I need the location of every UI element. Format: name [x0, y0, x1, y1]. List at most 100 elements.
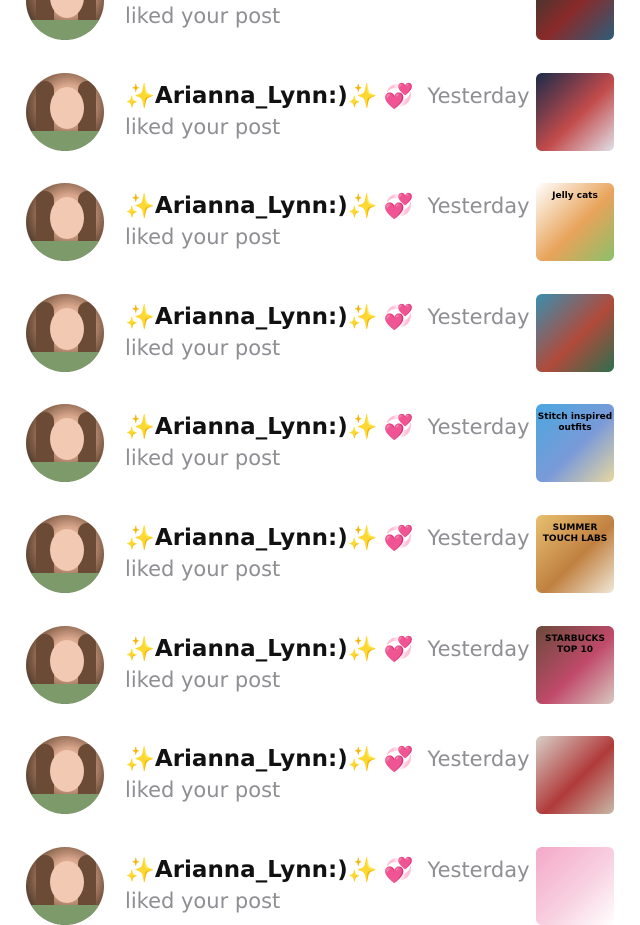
two-hearts-icon: 💞	[383, 855, 414, 884]
timestamp: Yesterday	[427, 83, 530, 108]
avatar-shirt	[26, 572, 104, 593]
avatar[interactable]	[26, 0, 104, 40]
action-text: liked your post	[125, 667, 281, 692]
username[interactable]: Arianna_Lynn:)	[155, 636, 348, 662]
avatar-face	[50, 86, 84, 129]
notifications-list: ✨ Arianna_Lynn:) ✨ 💞 liked your post ✨ A…	[0, 0, 640, 925]
sparkles-icon: ✨	[125, 855, 155, 884]
avatar[interactable]	[26, 404, 104, 483]
notification-text: ✨ Arianna_Lynn:) ✨ 💞 Yesterday liked you…	[125, 742, 530, 803]
username[interactable]: Arianna_Lynn:)	[155, 746, 348, 772]
notification-header: ✨ Arianna_Lynn:) ✨ 💞 Yesterday	[125, 853, 530, 887]
sparkles-icon: ✨	[347, 192, 378, 221]
notification-row[interactable]: ✨ Arianna_Lynn:) ✨ 💞 Yesterday liked you…	[0, 262, 640, 373]
two-hearts-icon: 💞	[383, 81, 414, 110]
avatar[interactable]	[26, 72, 104, 151]
post-thumbnail[interactable]: Jelly cats	[536, 183, 614, 262]
sparkles-icon: ✨	[125, 192, 155, 221]
sparkles-icon: ✨	[125, 745, 155, 774]
notification-header: ✨ Arianna_Lynn:) ✨ 💞 Yesterday	[125, 742, 530, 776]
notification-row[interactable]: ✨ Arianna_Lynn:) ✨ 💞 Yesterday liked you…	[0, 815, 640, 925]
timestamp: Yesterday	[427, 636, 530, 661]
thumbnail-caption: SUMMER TOUCH LABS	[542, 522, 608, 544]
post-thumbnail[interactable]	[536, 736, 614, 815]
avatar-face	[50, 750, 84, 793]
two-hearts-icon: 💞	[383, 523, 414, 552]
notification-header: ✨ Arianna_Lynn:) ✨ 💞 Yesterday	[125, 300, 530, 334]
timestamp: Yesterday	[427, 304, 530, 329]
action-text: liked your post	[125, 4, 281, 28]
timestamp: Yesterday	[427, 525, 530, 550]
two-hearts-icon: 💞	[383, 745, 414, 774]
notification-header: ✨ Arianna_Lynn:) ✨ 💞 Yesterday	[125, 521, 530, 555]
action-text: liked your post	[125, 114, 281, 139]
avatar[interactable]	[26, 625, 104, 704]
notification-header: ✨ Arianna_Lynn:) ✨ 💞	[125, 0, 525, 2]
sparkles-icon: ✨	[125, 302, 155, 331]
two-hearts-icon: 💞	[383, 302, 414, 331]
notification-row[interactable]: ✨ Arianna_Lynn:) ✨ 💞 liked your post	[0, 0, 640, 41]
username[interactable]: Arianna_Lynn:)	[155, 414, 348, 440]
sparkles-icon: ✨	[125, 634, 155, 663]
notification-row[interactable]: ✨ Arianna_Lynn:) ✨ 💞 Yesterday liked you…	[0, 372, 640, 483]
avatar[interactable]	[26, 736, 104, 815]
action-text: liked your post	[125, 888, 281, 913]
notification-text: ✨ Arianna_Lynn:) ✨ 💞 Yesterday liked you…	[125, 410, 530, 471]
username[interactable]: Arianna_Lynn:)	[155, 193, 348, 219]
avatar-shirt	[26, 904, 104, 925]
avatar-face	[50, 860, 84, 903]
notification-text: ✨ Arianna_Lynn:) ✨ 💞 Yesterday liked you…	[125, 853, 530, 913]
sparkles-icon: ✨	[125, 81, 155, 110]
post-thumbnail[interactable]: Stitch inspired outfits	[536, 404, 614, 483]
sparkles-icon: ✨	[347, 855, 378, 884]
username[interactable]: Arianna_Lynn:)	[155, 857, 348, 883]
notification-row[interactable]: ✨ Arianna_Lynn:) ✨ 💞 Yesterday liked you…	[0, 41, 640, 152]
timestamp: Yesterday	[427, 415, 530, 440]
notification-text: ✨ Arianna_Lynn:) ✨ 💞 Yesterday liked you…	[125, 300, 530, 360]
notification-header: ✨ Arianna_Lynn:) ✨ 💞 Yesterday	[125, 189, 530, 223]
post-thumbnail[interactable]: SUMMER TOUCH LABS	[536, 514, 614, 593]
avatar-face	[50, 528, 84, 571]
action-text: liked your post	[125, 446, 281, 471]
avatar[interactable]	[26, 183, 104, 262]
avatar[interactable]	[26, 293, 104, 372]
two-hearts-icon: 💞	[383, 413, 414, 442]
post-thumbnail[interactable]: STARBUCKS TOP 10	[536, 625, 614, 704]
username[interactable]: Arianna_Lynn:)	[155, 83, 348, 109]
sparkles-icon: ✨	[347, 302, 378, 331]
notification-header: ✨ Arianna_Lynn:) ✨ 💞 Yesterday	[125, 632, 530, 666]
notification-row[interactable]: ✨ Arianna_Lynn:) ✨ 💞 Yesterday liked you…	[0, 594, 640, 705]
username[interactable]: Arianna_Lynn:)	[155, 525, 348, 551]
notification-text: ✨ Arianna_Lynn:) ✨ 💞 Yesterday liked you…	[125, 189, 530, 249]
action-text: liked your post	[125, 335, 281, 360]
post-thumbnail[interactable]	[536, 846, 614, 925]
notification-text: ✨ Arianna_Lynn:) ✨ 💞 liked your post	[125, 0, 525, 28]
notification-row[interactable]: ✨ Arianna_Lynn:) ✨ 💞 Yesterday liked you…	[0, 151, 640, 262]
sparkles-icon: ✨	[347, 745, 378, 774]
post-thumbnail[interactable]	[536, 0, 614, 40]
notification-header: ✨ Arianna_Lynn:) ✨ 💞 Yesterday	[125, 410, 530, 444]
notification-text: ✨ Arianna_Lynn:) ✨ 💞 Yesterday liked you…	[125, 79, 530, 139]
action-text: liked your post	[125, 556, 281, 581]
sparkles-icon: ✨	[347, 634, 378, 663]
username[interactable]: Arianna_Lynn:)	[155, 304, 348, 330]
thumbnail-caption: Stitch inspired outfits	[537, 412, 613, 434]
notification-text: ✨ Arianna_Lynn:) ✨ 💞 Yesterday liked you…	[125, 632, 530, 692]
sparkles-icon: ✨	[125, 523, 155, 552]
two-hearts-icon: 💞	[383, 634, 414, 663]
thumbnail-caption: Jelly cats	[552, 191, 598, 202]
avatar-face	[50, 307, 84, 350]
avatar[interactable]	[26, 514, 104, 593]
avatar-shirt	[26, 241, 104, 262]
avatar[interactable]	[26, 846, 104, 925]
two-hearts-icon: 💞	[383, 192, 414, 221]
post-thumbnail[interactable]	[536, 293, 614, 372]
sparkles-icon: ✨	[347, 81, 378, 110]
avatar-face	[50, 197, 84, 240]
post-thumbnail[interactable]	[536, 72, 614, 151]
notification-row[interactable]: ✨ Arianna_Lynn:) ✨ 💞 Yesterday liked you…	[0, 704, 640, 815]
sparkles-icon: ✨	[347, 413, 378, 442]
avatar-shirt	[26, 683, 104, 704]
notification-row[interactable]: ✨ Arianna_Lynn:) ✨ 💞 Yesterday liked you…	[0, 483, 640, 594]
action-text: liked your post	[125, 778, 281, 803]
